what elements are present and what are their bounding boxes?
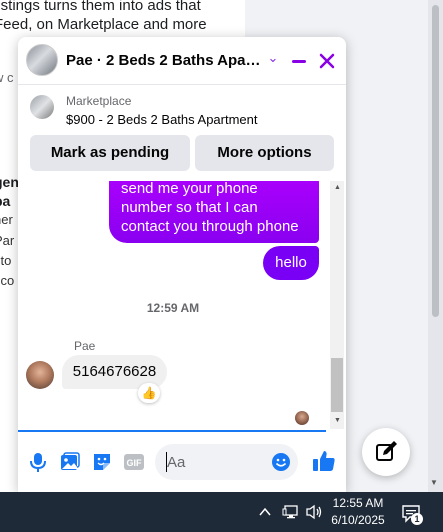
background-text: cco bbox=[0, 273, 15, 288]
background-text: pa bbox=[0, 193, 11, 209]
conversation-avatar[interactable] bbox=[26, 44, 58, 76]
network-icon[interactable] bbox=[282, 504, 300, 520]
tray-up-arrow-icon[interactable] bbox=[258, 505, 272, 519]
page-scroll-down-arrow[interactable]: ▼ bbox=[430, 478, 438, 487]
background-text: Feed, on Marketplace and more bbox=[0, 16, 207, 33]
clock-date[interactable]: 6/10/2025 bbox=[330, 513, 386, 527]
outgoing-message[interactable]: hello bbox=[263, 246, 319, 280]
background-text: cto bbox=[0, 253, 12, 268]
emoji-icon[interactable] bbox=[271, 452, 291, 472]
message-input[interactable] bbox=[167, 452, 267, 472]
outgoing-message[interactable]: send me your phone number so that I can … bbox=[109, 181, 319, 243]
chat-scroll-down-arrow[interactable]: ▼ bbox=[334, 417, 341, 424]
sender-avatar[interactable] bbox=[26, 361, 54, 389]
taskbar: 12:55 AM 6/10/2025 1 bbox=[0, 492, 443, 532]
thumbs-up-reaction[interactable]: 👍 bbox=[138, 383, 160, 403]
chat-scroll-up-arrow[interactable]: ▲ bbox=[334, 184, 341, 191]
chat-header[interactable]: Pae · 2 Beds 2 Baths Apartment ⌄ bbox=[18, 37, 346, 85]
text-caret bbox=[166, 452, 167, 472]
close-icon[interactable] bbox=[316, 50, 338, 72]
volume-icon[interactable] bbox=[305, 503, 325, 521]
background-text: w c bbox=[0, 70, 14, 85]
composer-divider bbox=[18, 430, 326, 432]
chat-scrollbar-thumb[interactable] bbox=[331, 358, 343, 412]
photo-icon[interactable] bbox=[59, 451, 81, 473]
svg-text:GIF: GIF bbox=[127, 458, 143, 468]
listing-title: $900 - 2 Beds 2 Baths Apartment bbox=[66, 112, 258, 127]
message-timestamp: 12:59 AM bbox=[146, 301, 200, 315]
background-text: listings turns them into ads that bbox=[0, 0, 201, 14]
listing-source: Marketplace bbox=[66, 94, 132, 108]
background-text: ner bbox=[0, 212, 13, 227]
message-input-field[interactable] bbox=[155, 444, 298, 480]
chat-window: Pae · 2 Beds 2 Baths Apartment ⌄ Marketp… bbox=[18, 37, 346, 492]
notification-count-badge: 1 bbox=[411, 513, 423, 525]
clock-time[interactable]: 12:55 AM bbox=[330, 496, 386, 510]
new-message-button[interactable] bbox=[362, 428, 410, 476]
gif-icon[interactable]: GIF bbox=[123, 451, 145, 473]
sticker-icon[interactable] bbox=[91, 451, 113, 473]
conversation-title[interactable]: Pae · 2 Beds 2 Baths Apartment bbox=[66, 52, 266, 69]
message-list: send me your phone number so that I can … bbox=[18, 181, 346, 430]
more-options-button[interactable]: More options bbox=[195, 135, 334, 171]
microphone-icon[interactable] bbox=[27, 451, 49, 473]
page-scrollbar-thumb[interactable] bbox=[432, 5, 439, 317]
like-icon[interactable] bbox=[311, 448, 337, 474]
background-text: Par bbox=[0, 233, 15, 248]
new-message-icon bbox=[376, 441, 397, 461]
marketplace-listing[interactable]: Marketplace $900 - 2 Beds 2 Baths Apartm… bbox=[18, 86, 346, 132]
mark-as-pending-button[interactable]: Mark as pending bbox=[30, 135, 190, 171]
background-text: gen bbox=[0, 174, 19, 190]
listing-thumbnail bbox=[30, 95, 54, 119]
chevron-down-icon[interactable]: ⌄ bbox=[266, 50, 280, 68]
minimize-icon[interactable] bbox=[290, 52, 308, 70]
seen-indicator-avatar bbox=[295, 411, 309, 425]
sender-name: Pae bbox=[74, 339, 96, 353]
